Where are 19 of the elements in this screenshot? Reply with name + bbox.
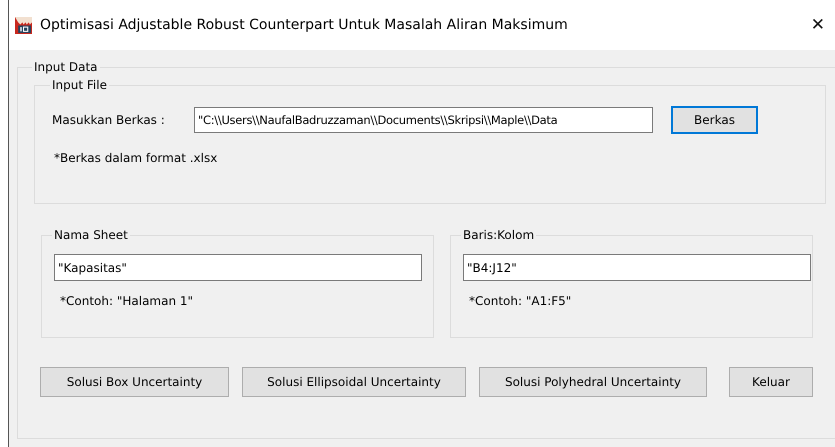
field-label: Masukkan Berkas : <box>52 113 166 127</box>
close-button[interactable]: ✕ <box>802 15 833 35</box>
action-button[interactable]: Solusi Polyhedral Uncertainty <box>479 367 707 397</box>
text-field[interactable]: "B4:J12" <box>463 254 811 281</box>
hint-text: *Contoh: "Halaman 1" <box>60 294 194 308</box>
hint-text: *Berkas dalam format .xlsx <box>54 151 218 165</box>
action-button[interactable]: Solusi Ellipsoidal Uncertainty <box>242 367 466 397</box>
group-label: Nama Sheet <box>53 228 129 242</box>
text-field[interactable]: "Kapasitas" <box>54 254 422 281</box>
window-title: Optimisasi Adjustable Robust Counterpart Untuk Masalah Aliran Maksimum <box>40 17 569 33</box>
group-label: Baris:Kolom <box>462 228 536 242</box>
file-path-field[interactable]: "C:\\Users\\NaufalBadruzzaman\\Documents\\Skripsi\\Maple\\Data <box>194 107 653 133</box>
browse-button[interactable]: Berkas <box>671 106 758 134</box>
action-button[interactable]: Solusi Box Uncertainty <box>40 367 229 397</box>
app-icon <box>15 16 32 34</box>
group-label: Input Data <box>33 60 99 74</box>
action-button[interactable]: Keluar <box>729 367 813 397</box>
group-label: Input File <box>51 78 108 92</box>
hint-text: *Contoh: "A1:F5" <box>469 294 572 308</box>
